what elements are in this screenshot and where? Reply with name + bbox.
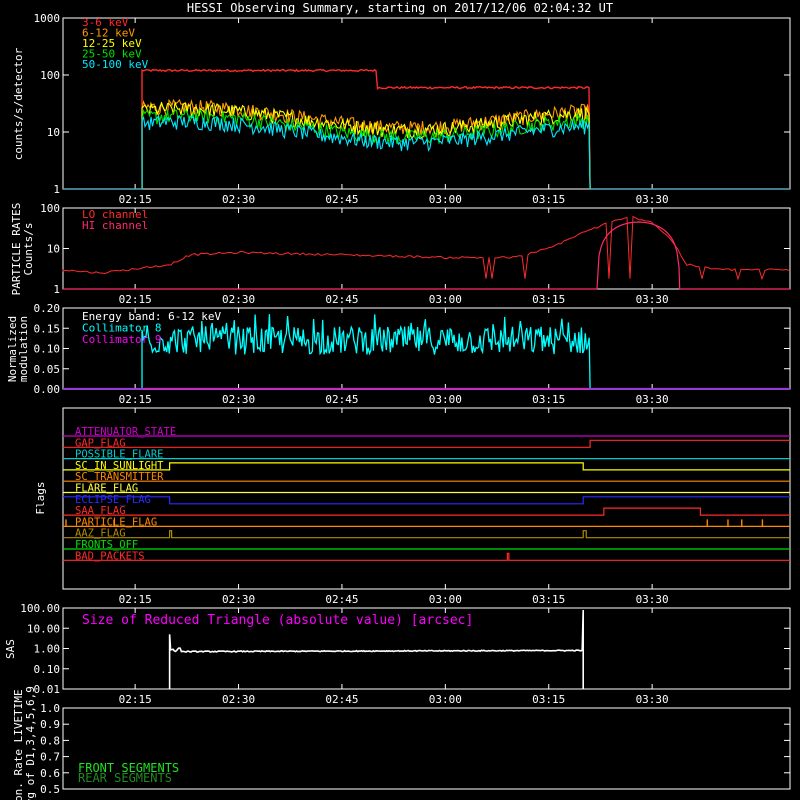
y-tick-label: 0.6 [40, 767, 60, 780]
particle-panel: 110100 02:15 02:30 02:45 03:00 03:15 03:30 LO… [10, 202, 791, 306]
x-tick-label: 03:15 [532, 593, 565, 606]
x-tick-label: 02:30 [222, 193, 255, 206]
x-tick-label: 02:45 [325, 593, 358, 606]
x-tick-label: 03:30 [636, 193, 669, 206]
x-tick-label: 02:45 [325, 193, 358, 206]
x-tick-label: 02:45 [325, 393, 358, 406]
y-tick-label: 0.10 [34, 343, 61, 356]
y-tick-label: 0.20 [34, 302, 61, 315]
lo-channel-line [62, 215, 790, 281]
y-tick-label: 1.00 [34, 643, 61, 656]
x-tick-label: 03:00 [429, 193, 462, 206]
flag-line [63, 530, 790, 539]
rates-ylabel: counts/s/detector [12, 47, 25, 160]
x-tick-label: 02:15 [119, 593, 152, 606]
flag-line [63, 507, 790, 516]
x-tick-label: 02:30 [222, 593, 255, 606]
y-tick-label: 0.15 [34, 322, 61, 335]
flag-line [63, 496, 790, 505]
x-tick-label: 02:30 [222, 693, 255, 706]
y-tick-label: 0.5 [40, 783, 60, 796]
x-tick-label: 02:15 [119, 193, 152, 206]
flag-line [63, 439, 790, 448]
rates-panel: 1 10 100 1000 02:15 02:30 02:45 03:00 03:15 03:3… [12, 12, 791, 206]
y-tick-label: 0.05 [34, 363, 61, 376]
x-tick-label: 03:15 [532, 393, 565, 406]
rates-series-line [63, 98, 790, 190]
y-tick-label: 1.0 [40, 702, 60, 715]
y-tick-label: 1 [53, 183, 60, 196]
y-tick-label: 100.00 [20, 602, 60, 615]
modulation-legend-entry: Collimator 9 [82, 333, 161, 346]
x-tick-label: 03:15 [532, 193, 565, 206]
x-tick-label: 02:15 [119, 693, 152, 706]
sas-ylabel: SAS [4, 639, 17, 659]
rates-legend-entry: 50-100 keV [82, 58, 149, 71]
x-tick-label: 02:15 [119, 393, 152, 406]
livetime-ylabel-2: avg of D1,3,4,5,6,9 [24, 686, 37, 800]
y-tick-label: 0.01 [34, 683, 61, 696]
particle-ylabel-2: Counts/s [22, 223, 35, 276]
x-tick-label: 03:00 [429, 393, 462, 406]
x-tick-label: 02:15 [119, 293, 152, 306]
x-tick-label: 02:30 [222, 393, 255, 406]
x-tick-label: 02:30 [222, 293, 255, 306]
x-tick-label: 03:30 [636, 293, 669, 306]
modulation-ylabel-2: modulation [17, 316, 30, 382]
y-tick-label: 10.00 [27, 622, 60, 635]
sas-annotation: Size of Reduced Triangle (absolute value… [82, 613, 473, 628]
collimator-8-line [63, 314, 790, 390]
x-tick-label: 03:15 [532, 293, 565, 306]
y-tick-label: 100 [40, 69, 60, 82]
flags-ylabel: Flags [34, 481, 47, 514]
x-tick-label: 03:30 [636, 393, 669, 406]
sas-panel: 0.01 0.10 1.00 10.00 100.00 02:15 02:30 02:45 0… [4, 602, 791, 706]
y-tick-label: 0.7 [40, 751, 60, 764]
y-tick-label: 0.10 [34, 663, 61, 676]
flag-label: ECLIPSE_FLAG [75, 494, 151, 506]
x-tick-label: 03:15 [532, 693, 565, 706]
rates-series-line [63, 101, 790, 190]
x-tick-label: 02:45 [325, 693, 358, 706]
x-tick-label: 02:45 [325, 293, 358, 306]
y-tick-label: 0.9 [40, 718, 60, 731]
modulation-panel: 0.00 0.05 0.10 0.15 0.20 02:15 02:30 02:45 03:0… [6, 302, 791, 406]
x-tick-label: 03:30 [636, 693, 669, 706]
x-tick-label: 03:30 [636, 593, 669, 606]
y-tick-label: 0.8 [40, 734, 60, 747]
particle-legend-entry: HI channel [82, 219, 148, 232]
x-tick-label: 03:00 [429, 293, 462, 306]
flag-line [63, 552, 790, 561]
y-tick-label: 10 [47, 126, 60, 139]
livetime-legend-entry: REAR SEGMENTS [78, 771, 172, 785]
observing-summary-chart: HESSI Observing Summary, starting on 201… [4, 1, 791, 800]
y-tick-label: 100 [40, 202, 60, 215]
livetime-frame [62, 707, 791, 790]
x-tick-label: 03:00 [429, 693, 462, 706]
flag-line [63, 462, 790, 471]
x-tick-label: 03:00 [429, 593, 462, 606]
y-tick-label: 1 [53, 283, 60, 296]
chart-title: HESSI Observing Summary, starting on 201… [187, 1, 613, 15]
y-tick-label: 10 [47, 243, 60, 256]
particle-frame [62, 207, 791, 290]
flags-panel: 02:15 02:30 02:45 03:00 03:15 03:30 ATTENUATO… [34, 407, 791, 606]
y-tick-label: 1000 [34, 12, 61, 25]
y-tick-label: 0.00 [34, 383, 61, 396]
rates-series-line [63, 114, 790, 190]
